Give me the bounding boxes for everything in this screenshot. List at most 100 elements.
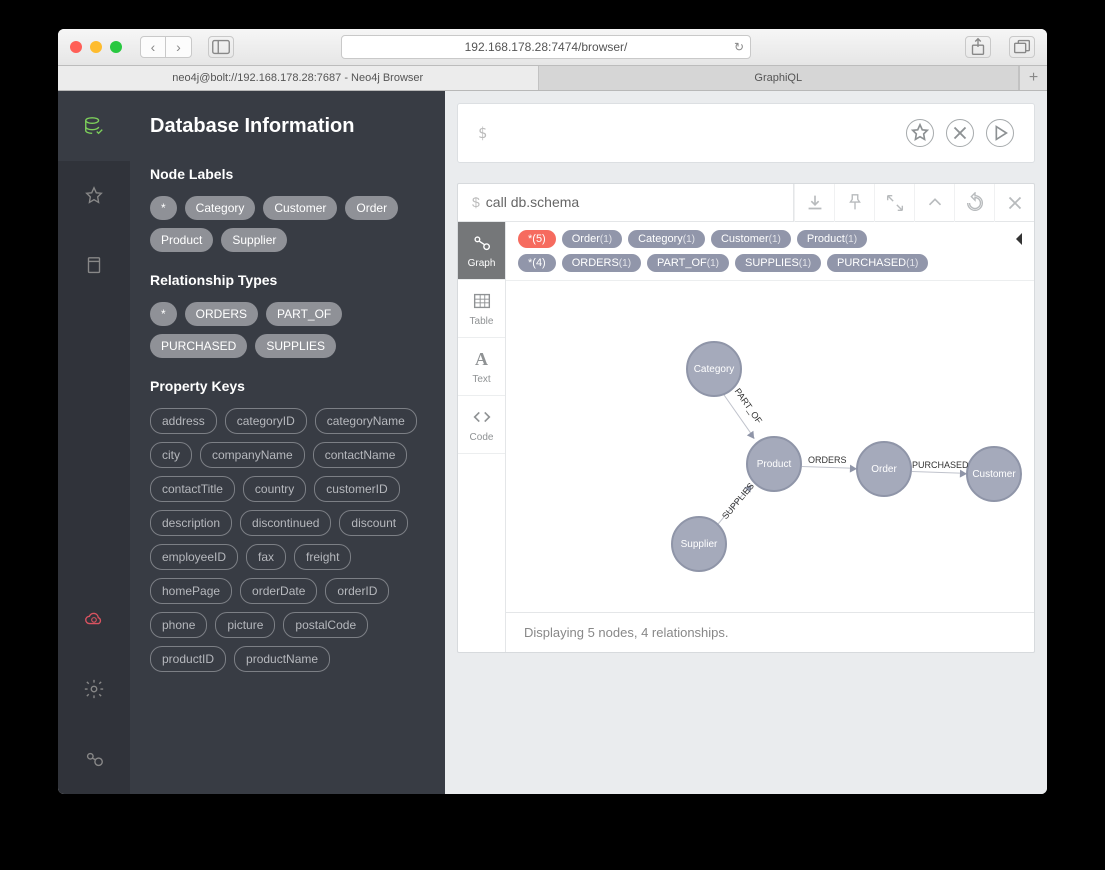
graph-node-category[interactable]: Category: [686, 341, 742, 397]
rel-type-chip[interactable]: ORDERS: [185, 302, 258, 326]
close-window-button[interactable]: [70, 41, 82, 53]
legend-node-all[interactable]: *(5): [518, 230, 556, 248]
property-key-chip[interactable]: postalCode: [283, 612, 368, 638]
rel-type-chip[interactable]: SUPPLIES: [255, 334, 336, 358]
property-key-chip[interactable]: homePage: [150, 578, 232, 604]
download-icon[interactable]: [794, 184, 834, 222]
property-key-chip[interactable]: freight: [294, 544, 351, 570]
about-icon[interactable]: [58, 724, 130, 794]
node-label-chip[interactable]: Supplier: [221, 228, 287, 252]
rel-type-chip[interactable]: *: [150, 302, 177, 326]
share-icon[interactable]: [965, 36, 991, 58]
property-key-chip[interactable]: productID: [150, 646, 226, 672]
frame-header: $call db.schema: [458, 184, 1034, 222]
pin-icon[interactable]: [834, 184, 874, 222]
close-frame-icon[interactable]: [994, 184, 1034, 222]
database-drawer: Database Information Node Labels * Categ…: [130, 91, 445, 794]
property-key-chip[interactable]: orderID: [325, 578, 389, 604]
edge-label-partof: PART_OF: [733, 386, 765, 425]
property-key-chip[interactable]: categoryID: [225, 408, 307, 434]
legend-rel-purchased[interactable]: PURCHASED(1): [827, 254, 928, 272]
property-key-chip[interactable]: fax: [246, 544, 286, 570]
favorites-icon[interactable]: [58, 161, 130, 231]
legend-node-customer[interactable]: Customer(1): [711, 230, 791, 248]
sidebar-toggle-icon[interactable]: [208, 36, 234, 58]
nav-buttons: ‹ ›: [140, 36, 192, 58]
rel-type-chip[interactable]: PURCHASED: [150, 334, 247, 358]
view-tab-graph[interactable]: Graph: [458, 222, 505, 280]
database-icon[interactable]: [58, 91, 130, 161]
node-label-chip[interactable]: *: [150, 196, 177, 220]
expand-icon[interactable]: [874, 184, 914, 222]
minimize-window-button[interactable]: [90, 41, 102, 53]
property-key-chip[interactable]: employeeID: [150, 544, 238, 570]
frame-view-tabs: Graph Table A Text Code: [458, 222, 506, 652]
property-key-chip[interactable]: address: [150, 408, 217, 434]
forward-button[interactable]: ›: [166, 36, 192, 58]
node-label-chip[interactable]: Order: [345, 196, 398, 220]
property-key-chip[interactable]: description: [150, 510, 232, 536]
property-key-chip[interactable]: customerID: [314, 476, 399, 502]
back-button[interactable]: ‹: [140, 36, 166, 58]
new-tab-button[interactable]: +: [1019, 66, 1047, 90]
property-key-chip[interactable]: categoryName: [315, 408, 417, 434]
tabs-icon[interactable]: [1009, 36, 1035, 58]
safari-window: ‹ › 192.168.178.28:7474/browser/ ↻ neo4j…: [58, 29, 1047, 794]
property-key-chip[interactable]: contactTitle: [150, 476, 235, 502]
graph-node-product[interactable]: Product: [746, 436, 802, 492]
graph-node-customer[interactable]: Customer: [966, 446, 1022, 502]
favorite-icon[interactable]: [906, 119, 934, 147]
property-key-chip[interactable]: contactName: [313, 442, 408, 468]
documents-icon[interactable]: [58, 231, 130, 301]
view-tab-text[interactable]: A Text: [458, 338, 505, 396]
legend-rel-all[interactable]: *(4): [518, 254, 556, 272]
legend-node-product[interactable]: Product(1): [797, 230, 867, 248]
neo4j-browser-app: Database Information Node Labels * Categ…: [58, 91, 1047, 794]
play-icon[interactable]: [986, 119, 1014, 147]
reload-icon[interactable]: ↻: [734, 40, 744, 54]
tab-neo4j-browser[interactable]: neo4j@bolt://192.168.178.28:7687 - Neo4j…: [58, 66, 539, 90]
view-tab-table[interactable]: Table: [458, 280, 505, 338]
property-key-chip[interactable]: discontinued: [240, 510, 331, 536]
rerun-icon[interactable]: [954, 184, 994, 222]
edge-label-purchased: PURCHASED: [912, 460, 969, 470]
node-label-chip[interactable]: Product: [150, 228, 213, 252]
cloud-sync-icon[interactable]: [58, 584, 130, 654]
property-key-chip[interactable]: companyName: [200, 442, 305, 468]
tab-graphiql[interactable]: GraphiQL: [539, 66, 1020, 90]
graph-node-supplier[interactable]: Supplier: [671, 516, 727, 572]
view-tab-code[interactable]: Code: [458, 396, 505, 454]
frame-query[interactable]: $call db.schema: [458, 194, 793, 211]
legend-collapse-icon[interactable]: [1016, 233, 1022, 245]
section-property-keys: Property Keys: [150, 378, 425, 394]
clear-icon[interactable]: [946, 119, 974, 147]
property-key-chip[interactable]: city: [150, 442, 192, 468]
graph-canvas[interactable]: Category Product Order Customer Supplier…: [506, 281, 1034, 612]
cypher-editor[interactable]: $: [457, 103, 1035, 163]
legend-rel-partof[interactable]: PART_OF(1): [647, 254, 729, 272]
edge-label-supplies: SUPPLIES: [720, 481, 756, 521]
node-label-chip[interactable]: Category: [185, 196, 256, 220]
url-text: 192.168.178.28:7474/browser/: [465, 40, 628, 54]
legend-node-category[interactable]: Category(1): [628, 230, 705, 248]
collapse-up-icon[interactable]: [914, 184, 954, 222]
browser-tabs: neo4j@bolt://192.168.178.28:7687 - Neo4j…: [58, 66, 1047, 91]
property-key-chip[interactable]: discount: [339, 510, 408, 536]
status-bar: Displaying 5 nodes, 4 relationships.: [506, 612, 1034, 652]
property-key-chip[interactable]: productName: [234, 646, 330, 672]
settings-icon[interactable]: [58, 654, 130, 724]
rel-type-chip[interactable]: PART_OF: [266, 302, 342, 326]
address-bar[interactable]: 192.168.178.28:7474/browser/ ↻: [341, 35, 751, 59]
node-label-chip[interactable]: Customer: [263, 196, 337, 220]
zoom-window-button[interactable]: [110, 41, 122, 53]
property-key-chip[interactable]: phone: [150, 612, 207, 638]
legend-rel-orders[interactable]: ORDERS(1): [562, 254, 641, 272]
section-relationship-types: Relationship Types: [150, 272, 425, 288]
edge-label-orders: ORDERS: [808, 455, 847, 465]
graph-node-order[interactable]: Order: [856, 441, 912, 497]
property-key-chip[interactable]: orderDate: [240, 578, 317, 604]
property-key-chip[interactable]: country: [243, 476, 306, 502]
property-key-chip[interactable]: picture: [215, 612, 275, 638]
legend-node-order[interactable]: Order(1): [562, 230, 622, 248]
legend-rel-supplies[interactable]: SUPPLIES(1): [735, 254, 821, 272]
